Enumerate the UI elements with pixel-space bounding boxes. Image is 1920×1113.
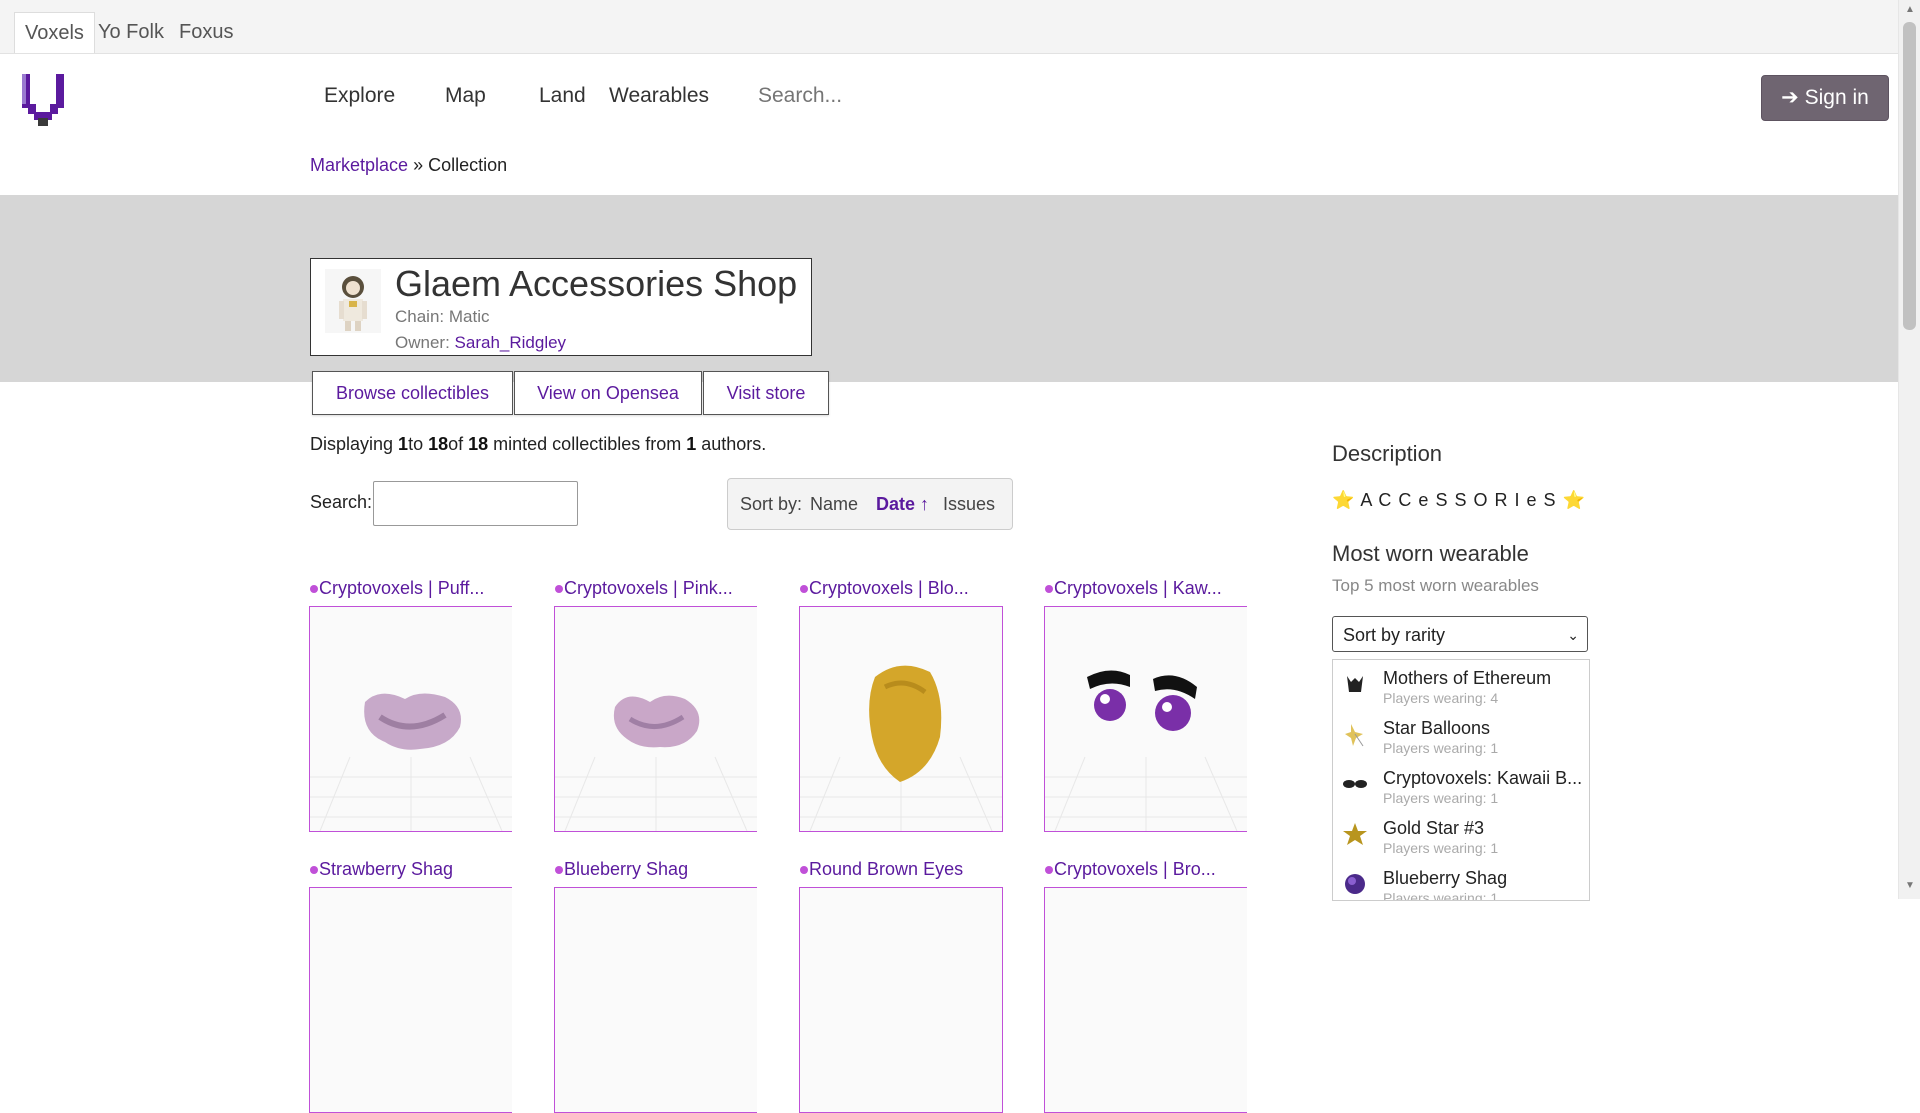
sort-by-date[interactable]: Date ↑ [876, 494, 929, 515]
store-owner: Owner: Sarah_Ridgley [395, 333, 566, 353]
scroll-up-icon[interactable]: ▲ [1905, 4, 1915, 15]
nav-explore[interactable]: Explore [324, 84, 395, 108]
nav-land[interactable]: Land [539, 84, 586, 108]
chain-value: Matic [448, 307, 490, 326]
search-input[interactable] [758, 84, 1058, 108]
nav-wearables[interactable]: Wearables [609, 84, 709, 108]
status-dot-icon [1045, 866, 1053, 875]
breadcrumb-current: Collection [428, 155, 508, 175]
sign-in-icon: ➔ [1781, 86, 1799, 109]
status-dot-icon [800, 866, 808, 875]
collectible-title[interactable]: Cryptovoxels | Bro... [1045, 859, 1216, 880]
collectible-thumbnail[interactable] [799, 887, 1003, 1113]
collectible-thumbnail-puff[interactable] [309, 606, 512, 832]
owner-link[interactable]: Sarah_Ridgley [455, 333, 567, 352]
list-item[interactable]: Star Balloons Players wearing: 1 [1333, 710, 1589, 760]
description-text: ⭐ A C C e S S O R I e S ⭐ [1332, 490, 1586, 510]
sort-by-name[interactable]: Name [810, 494, 858, 515]
list-item[interactable]: Blueberry Shag Players wearing: 1 [1333, 860, 1589, 900]
collectible-title[interactable]: Cryptovoxels | Pink... [555, 578, 733, 599]
browse-collectibles-button[interactable]: Browse collectibles [312, 371, 513, 415]
status-dot-icon [310, 866, 318, 875]
collectible-thumbnail-blonde[interactable] [799, 606, 1003, 832]
collectible-thumbnail[interactable] [554, 887, 757, 1113]
list-item[interactable]: Cryptovoxels: Kawaii B... Players wearin… [1333, 760, 1589, 810]
breadcrumb-separator: » [413, 155, 424, 175]
rarity-sort-select[interactable]: Sort by rarity ⌄ [1332, 616, 1588, 652]
most-worn-heading: Most worn wearable [1332, 541, 1529, 566]
sort-by-issues[interactable]: Issues [943, 494, 995, 515]
mothers-of-ethereum-icon [1347, 676, 1363, 692]
chevron-down-icon: ⌄ [1567, 627, 1579, 643]
most-worn-subtitle: Top 5 most worn wearables [1332, 576, 1539, 595]
collection-banner [0, 195, 1898, 382]
breadcrumb-marketplace-link[interactable]: Marketplace [310, 155, 408, 175]
sign-in-label: Sign in [1804, 86, 1869, 109]
nav-map[interactable]: Map [445, 84, 486, 108]
list-item[interactable]: Gold Star #3 Players wearing: 1 [1333, 810, 1589, 860]
sort-controls: Sort by: Name Date ↑ Issues [727, 478, 1013, 530]
status-dot-icon [555, 866, 563, 875]
status-dot-icon [800, 585, 808, 594]
visit-store-button[interactable]: Visit store [703, 371, 829, 415]
collectible-thumbnail-pink[interactable] [554, 606, 757, 832]
status-dot-icon [1045, 585, 1053, 594]
store-chain: Chain: Matic [395, 307, 490, 327]
kawaii-eyes-icon [1343, 780, 1367, 788]
collectible-title[interactable]: Cryptovoxels | Kaw... [1045, 578, 1222, 599]
description-heading: Description [1332, 441, 1443, 466]
sign-in-button[interactable]: ➔ Sign in [1761, 75, 1889, 121]
scroll-down-icon[interactable]: ▼ [1905, 880, 1915, 891]
store-title: Glaem Accessories Shop [395, 263, 798, 304]
collectibles-search-input[interactable] [373, 481, 578, 526]
voxels-logo-icon[interactable] [22, 74, 64, 126]
scrollbar-thumb[interactable] [1903, 22, 1916, 330]
gold-star-icon [1343, 823, 1367, 845]
chain-label: Chain: [395, 307, 445, 326]
results-summary: Displaying 1to 18of 18 minted collectibl… [310, 434, 767, 454]
collectible-thumbnail[interactable] [1044, 887, 1247, 1113]
tab-voxels[interactable]: Voxels [14, 12, 95, 53]
collectible-title[interactable]: Blueberry Shag [555, 859, 688, 880]
star-balloons-icon [1345, 724, 1364, 747]
site-header [0, 54, 1898, 194]
collectible-title[interactable]: Cryptovoxels | Blo... [800, 578, 969, 599]
store-avatar [325, 269, 381, 333]
browser-tab-bar: Voxels Yo Folk Foxus [0, 0, 1898, 54]
most-worn-list: Mothers of Ethereum Players wearing: 4 S… [1332, 659, 1590, 901]
collectible-thumbnail[interactable] [309, 887, 512, 1113]
collectible-thumbnail-kawaii[interactable] [1044, 606, 1247, 832]
owner-label: Owner: [395, 333, 450, 352]
status-dot-icon [555, 585, 563, 594]
collectible-title[interactable]: Round Brown Eyes [800, 859, 963, 880]
tab-yo-folk[interactable]: Yo Folk [88, 12, 174, 52]
store-header-card: Glaem Accessories Shop Chain: Matic Owne… [310, 258, 812, 356]
status-dot-icon [310, 585, 318, 594]
page-scrollbar[interactable]: ▲ ▼ [1898, 0, 1920, 899]
collectibles-search-label: Search: [310, 492, 373, 512]
collectible-title[interactable]: Cryptovoxels | Puff... [310, 578, 484, 599]
sort-label: Sort by: [740, 494, 803, 514]
tab-foxus[interactable]: Foxus [169, 12, 243, 52]
view-on-opensea-button[interactable]: View on Opensea [514, 371, 702, 415]
blueberry-shag-icon [1345, 874, 1365, 894]
list-item[interactable]: Mothers of Ethereum Players wearing: 4 [1333, 660, 1589, 710]
collectible-title[interactable]: Strawberry Shag [310, 859, 453, 880]
breadcrumb: Marketplace » Collection [310, 155, 507, 176]
